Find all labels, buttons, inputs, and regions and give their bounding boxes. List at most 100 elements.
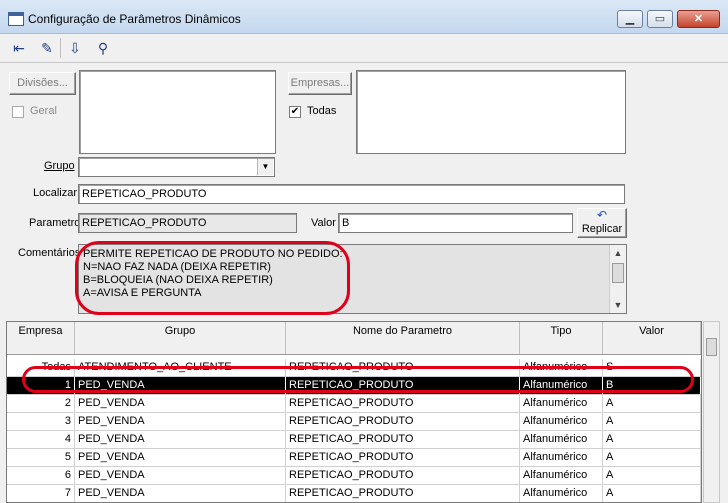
valor-input[interactable]: B xyxy=(338,213,573,233)
nome-cell[interactable]: REPETICAO_PRODUTO xyxy=(286,395,520,412)
comentarios-scrollbar[interactable]: ▲ ▼ xyxy=(609,245,626,313)
tipo-cell[interactable]: Alfanumérico xyxy=(520,431,603,448)
column-header-tipo[interactable]: Tipo xyxy=(520,322,603,354)
replicar-label: Replicar xyxy=(581,223,623,235)
tipo-cell[interactable]: Alfanumérico xyxy=(520,467,603,484)
grupo-cell[interactable]: PED_VENDA xyxy=(75,467,286,484)
table-row[interactable]: 2 PED_VENDA REPETICAO_PRODUTO Alfanumérico A xyxy=(7,395,701,413)
empresas-button[interactable]: Empresas... xyxy=(288,72,352,95)
grupo-label: Grupo xyxy=(44,160,75,172)
close-icon: ✕ xyxy=(693,13,704,25)
valor-label: Valor xyxy=(311,217,336,229)
tipo-cell[interactable]: Alfanumérico xyxy=(520,395,603,412)
nome-cell[interactable]: REPETICAO_PRODUTO xyxy=(286,449,520,466)
column-header-empresa[interactable]: Empresa xyxy=(7,322,75,354)
grupo-cell[interactable]: PED_VENDA xyxy=(75,377,286,394)
nome-cell[interactable]: REPETICAO_PRODUTO xyxy=(286,467,520,484)
replicar-button[interactable]: ↶ Replicar xyxy=(577,208,627,238)
grupo-cell[interactable]: PED_VENDA xyxy=(75,449,286,466)
divisoes-button[interactable]: Divisões... xyxy=(9,72,76,95)
tipo-cell[interactable]: Alfanumérico xyxy=(520,485,603,502)
localizar-label: Localizar xyxy=(33,187,78,199)
maximize-button[interactable]: ▭ xyxy=(647,10,673,28)
eraser-icon: ✎ xyxy=(41,40,53,56)
nome-cell[interactable]: REPETICAO_PRODUTO xyxy=(286,413,520,430)
nome-cell[interactable]: REPETICAO_PRODUTO xyxy=(286,377,520,394)
tipo-cell[interactable]: Alfanumérico xyxy=(520,449,603,466)
parametro-label: Parametro xyxy=(29,217,81,229)
tipo-cell[interactable]: Alfanumérico xyxy=(520,413,603,430)
chevron-down-icon[interactable]: ▼ xyxy=(257,159,273,175)
comentarios-textarea[interactable]: PERMITE REPETICAO DE PRODUTO NO PEDIDO: … xyxy=(78,244,627,314)
grupo-cell[interactable]: PED_VENDA xyxy=(75,431,286,448)
grupo-cell[interactable]: PED_VENDA xyxy=(75,395,286,412)
scroll-thumb[interactable] xyxy=(612,263,624,283)
toolbar-separator xyxy=(60,38,61,58)
valor-cell[interactable]: A xyxy=(603,449,701,466)
minimize-button[interactable]: ▁ xyxy=(617,10,643,28)
find-button[interactable]: ⚲ xyxy=(92,37,114,59)
column-header-grupo[interactable]: Grupo xyxy=(75,322,286,354)
empresas-list[interactable] xyxy=(356,70,626,154)
empresa-cell[interactable]: 1 xyxy=(7,377,75,394)
empresa-cell[interactable]: 2 xyxy=(7,395,75,412)
table-row[interactable]: 3 PED_VENDA REPETICAO_PRODUTO Alfanumérico A xyxy=(7,413,701,431)
clear-button[interactable]: ✎ xyxy=(36,37,58,59)
table-row[interactable]: 5 PED_VENDA REPETICAO_PRODUTO Alfanumérico A xyxy=(7,449,701,467)
undo-arrow-icon: ↶ xyxy=(596,208,608,222)
close-button[interactable]: ✕ xyxy=(677,10,720,28)
valor-cell[interactable]: A xyxy=(603,467,701,484)
minimize-icon: ▁ xyxy=(625,13,635,25)
grupo-combo[interactable]: ▼ xyxy=(78,157,275,177)
grupo-cell[interactable]: PED_VENDA xyxy=(75,413,286,430)
valor-cell[interactable]: A xyxy=(603,485,701,502)
exit-button[interactable]: ⇤ xyxy=(8,37,30,59)
toolbar: ⇤ ✎ ⇩ ⚲ xyxy=(0,34,728,63)
nome-cell[interactable]: REPETICAO_PRODUTO xyxy=(286,485,520,502)
check-icon: ✔ xyxy=(290,106,300,117)
column-header-valor[interactable]: Valor xyxy=(603,322,701,354)
binoculars-icon: ⚲ xyxy=(97,40,109,56)
divisoes-list[interactable] xyxy=(79,70,276,154)
valor-cell[interactable]: S xyxy=(603,359,701,376)
nome-cell[interactable]: REPETICAO_PRODUTO xyxy=(286,359,520,376)
table-row[interactable]: 6 PED_VENDA REPETICAO_PRODUTO Alfanumérico A xyxy=(7,467,701,485)
scroll-up-icon[interactable]: ▲ xyxy=(610,245,626,261)
table-row[interactable]: 7 PED_VENDA REPETICAO_PRODUTO Alfanumérico A xyxy=(7,485,701,502)
empresa-cell[interactable]: 3 xyxy=(7,413,75,430)
maximize-icon: ▭ xyxy=(654,13,666,25)
table-row[interactable]: 1 PED_VENDA REPETICAO_PRODUTO Alfanumérico B xyxy=(7,377,701,395)
empresa-cell[interactable]: Todas xyxy=(7,359,75,376)
scroll-down-icon[interactable]: ▼ xyxy=(610,297,626,313)
geral-label: Geral xyxy=(30,105,57,117)
grupo-cell[interactable]: ATENDIMENTO_AO_CLIENTE xyxy=(75,359,286,376)
empresa-cell[interactable]: 6 xyxy=(7,467,75,484)
valor-cell[interactable]: A xyxy=(603,413,701,430)
grupo-cell[interactable]: PED_VENDA xyxy=(75,485,286,502)
tipo-cell[interactable]: Alfanumérico xyxy=(520,359,603,376)
valor-cell[interactable]: B xyxy=(603,377,701,394)
table-row[interactable]: Todas ATENDIMENTO_AO_CLIENTE REPETICAO_PRO… xyxy=(7,359,701,377)
valor-cell[interactable]: A xyxy=(603,395,701,412)
save-icon: ⇩ xyxy=(69,40,81,56)
todas-label: Todas xyxy=(307,105,337,117)
tipo-cell[interactable]: Alfanumérico xyxy=(520,377,603,394)
app-table-icon xyxy=(8,12,24,26)
localizar-input[interactable]: REPETICAO_PRODUTO xyxy=(78,184,625,204)
empresa-cell[interactable]: 5 xyxy=(7,449,75,466)
geral-checkbox[interactable] xyxy=(12,106,24,118)
parameters-grid: Empresa Grupo Nome do Parametro Tipo Val… xyxy=(6,321,702,503)
save-button[interactable]: ⇩ xyxy=(64,37,86,59)
column-header-nome[interactable]: Nome do Parametro xyxy=(286,322,520,354)
empresa-cell[interactable]: 7 xyxy=(7,485,75,502)
table-row[interactable]: 4 PED_VENDA REPETICAO_PRODUTO Alfanumérico A xyxy=(7,431,701,449)
title-bar: Configuração de Parâmetros Dinâmicos ▁ ▭… xyxy=(0,0,728,34)
nome-cell[interactable]: REPETICAO_PRODUTO xyxy=(286,431,520,448)
valor-cell[interactable]: A xyxy=(603,431,701,448)
empresa-cell[interactable]: 4 xyxy=(7,431,75,448)
grid-header: Empresa Grupo Nome do Parametro Tipo Val… xyxy=(7,322,701,355)
todas-checkbox[interactable]: ✔ xyxy=(289,106,301,118)
grid-scrollbar[interactable] xyxy=(703,321,720,503)
grid-scroll-thumb[interactable] xyxy=(706,338,717,356)
comentarios-label: Comentários xyxy=(18,247,81,259)
